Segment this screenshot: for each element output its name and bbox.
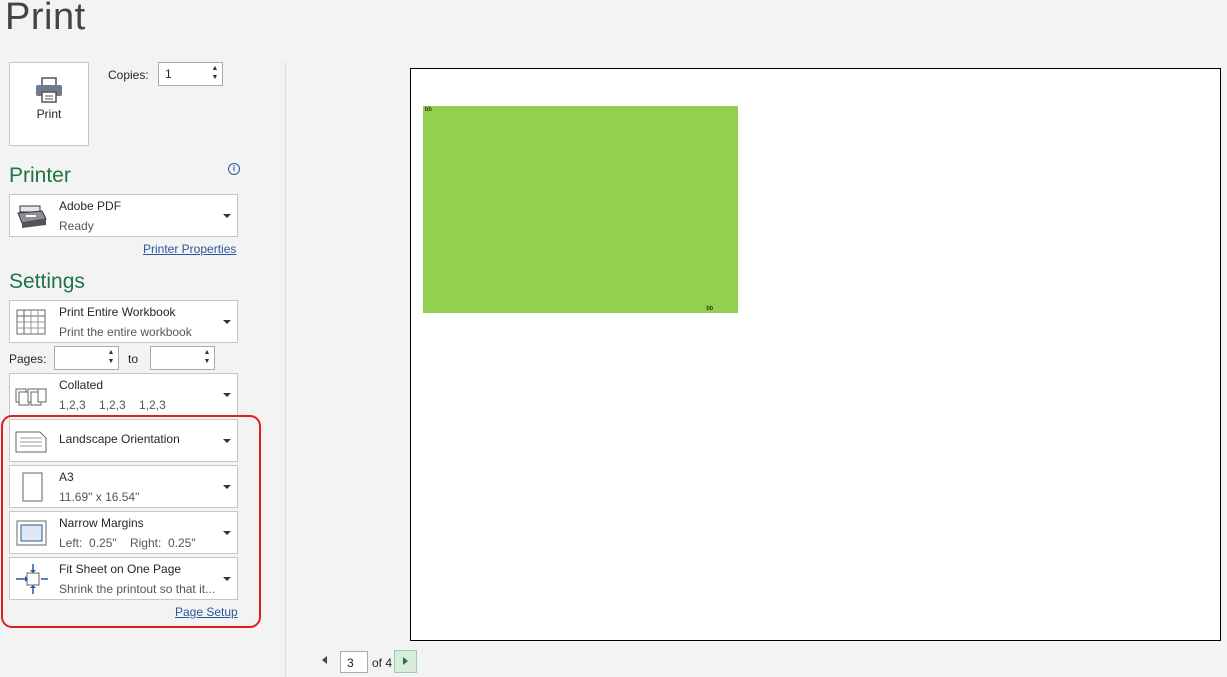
- printer-select[interactable]: Adobe PDF Ready: [9, 194, 238, 237]
- panel-divider: [285, 62, 286, 677]
- stepper-arrows-icon[interactable]: ▲ ▼: [210, 64, 220, 82]
- print-preview-page: bb bb: [410, 68, 1221, 641]
- page-count-label: of 4: [372, 656, 393, 670]
- previous-page-icon[interactable]: [322, 656, 327, 664]
- workbook-grid-icon: [16, 309, 46, 335]
- copies-stepper[interactable]: 1 ▲ ▼: [158, 62, 223, 86]
- pages-to-input[interactable]: ▲ ▼: [150, 346, 215, 370]
- copies-label: Copies:: [108, 68, 149, 82]
- preview-cell-top-left: bb: [425, 107, 432, 113]
- next-page-icon: [403, 657, 408, 665]
- printer-heading: Printer: [9, 164, 71, 187]
- copies-value: 1: [165, 67, 172, 81]
- pages-label: Pages:: [9, 352, 47, 366]
- collation-select[interactable]: Collated 1,2,3 1,2,3 1,2,3: [9, 373, 238, 416]
- printer-status: Ready: [59, 219, 94, 233]
- page-title: Print: [5, 0, 86, 38]
- collation-subtitle: 1,2,3 1,2,3 1,2,3: [59, 398, 166, 412]
- print-button[interactable]: Print: [9, 62, 89, 146]
- pages-to-label: to: [128, 352, 139, 366]
- current-page-input[interactable]: 3: [340, 651, 368, 673]
- print-scope-select[interactable]: Print Entire Workbook Print the entire w…: [9, 300, 238, 343]
- chevron-down-icon: [223, 213, 231, 218]
- pages-from-input[interactable]: ▲ ▼: [54, 346, 119, 370]
- stepper-arrows-icon[interactable]: ▲ ▼: [106, 348, 116, 366]
- stepper-arrows-icon[interactable]: ▲ ▼: [202, 348, 212, 366]
- chevron-down-icon: [223, 392, 231, 397]
- settings-heading: Settings: [9, 270, 85, 293]
- printer-properties-link[interactable]: Printer Properties: [143, 242, 236, 256]
- preview-cell-bottom-right: bb: [706, 306, 713, 312]
- preview-green-range: bb bb: [423, 106, 738, 313]
- print-scope-title: Print Entire Workbook: [59, 305, 176, 319]
- collated-pages-icon: [15, 388, 47, 406]
- print-button-label: Print: [36, 107, 62, 121]
- printer-name: Adobe PDF: [59, 199, 122, 213]
- highlight-annotation: [1, 415, 261, 628]
- next-page-button[interactable]: [394, 650, 417, 673]
- info-icon[interactable]: i: [228, 163, 240, 175]
- print-scope-subtitle: Print the entire workbook: [59, 325, 192, 339]
- chevron-down-icon: [223, 319, 231, 324]
- collation-title: Collated: [59, 378, 104, 392]
- printer-device-icon: [17, 205, 47, 228]
- printer-icon: [36, 77, 62, 103]
